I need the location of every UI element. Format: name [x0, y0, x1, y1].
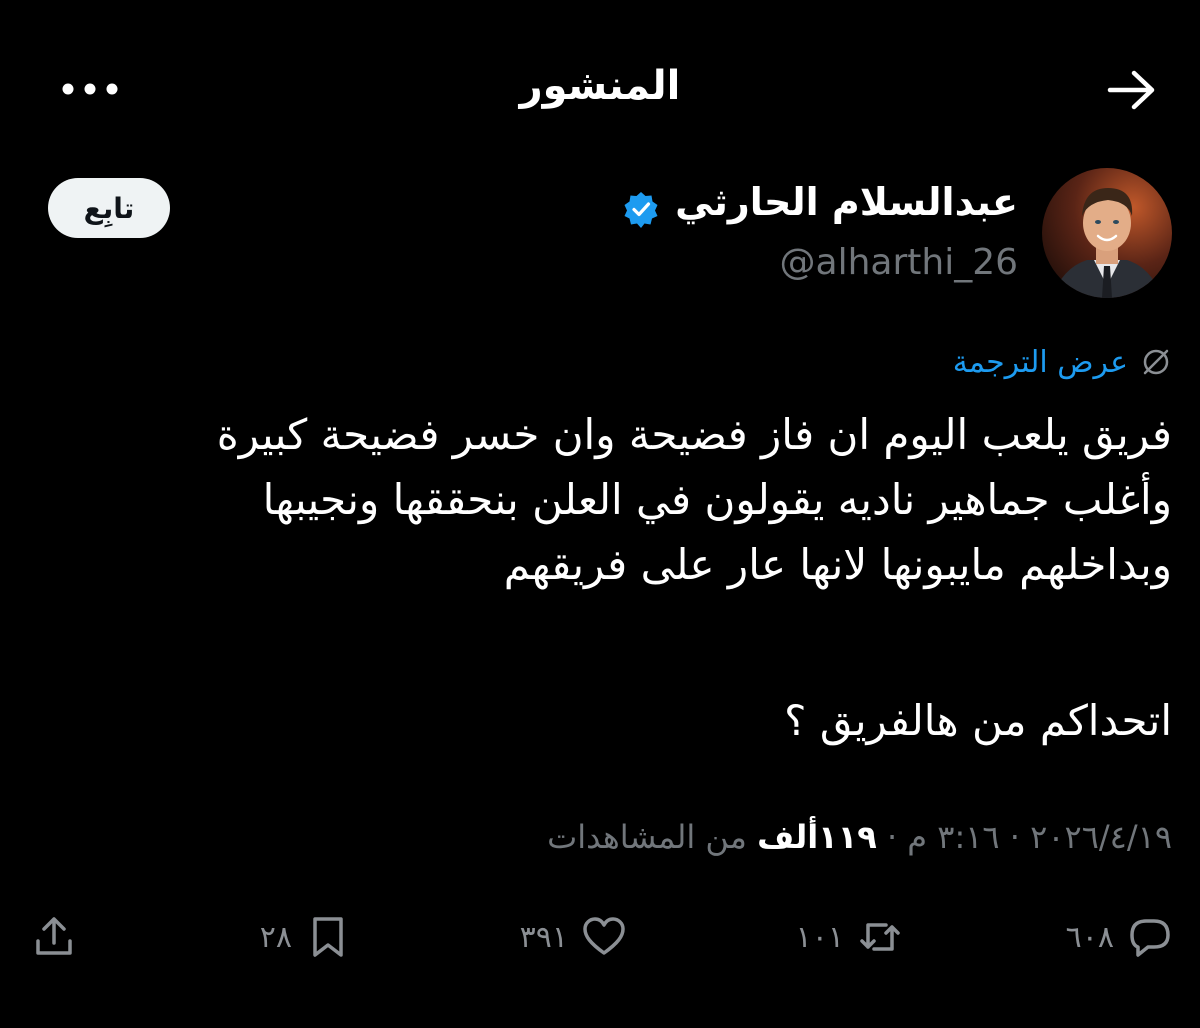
post-time: ٣:١٦ م — [907, 818, 1000, 856]
heart-icon — [583, 917, 625, 955]
like-button[interactable]: ٣٩١ — [520, 905, 628, 969]
post-text: فريق يلعب اليوم ان فاز فضيحة وان خسر فضي… — [27, 402, 1172, 753]
post-line: وبداخلهم مايبونها لانها عار على فريقهم — [503, 540, 1172, 589]
share-icon — [36, 917, 72, 955]
globe-slash-icon — [1143, 349, 1169, 375]
post-line: وأغلب جماهير ناديه يقولون في العلن بنحقق… — [262, 475, 1172, 524]
back-button[interactable] — [1104, 65, 1160, 115]
bookmark-button[interactable]: ٢٨ — [260, 905, 352, 969]
action-bar: ٦٠٨ ١٠١ ٣٩١ ٢٨ — [0, 905, 1200, 969]
avatar-photo — [1042, 168, 1172, 298]
share-button[interactable] — [30, 905, 78, 969]
author-handle[interactable]: @alharthi_26 — [780, 242, 1018, 283]
show-translation-link[interactable]: عرض الترجمة — [953, 340, 1172, 384]
post-line: اتحداكم من هالفريق ؟ — [784, 696, 1172, 745]
post-line: فريق يلعب اليوم ان فاز فضيحة وان خسر فضي… — [216, 410, 1172, 459]
views-count[interactable]: ١١٩ألف — [757, 818, 877, 856]
views-label: من المشاهدات — [547, 818, 747, 856]
follow-button[interactable]: تابِع — [48, 178, 170, 238]
bookmark-icon — [313, 917, 343, 957]
translation-label: عرض الترجمة — [952, 344, 1128, 380]
author-name[interactable]: عبدالسلام الحارثي — [675, 180, 1018, 224]
repost-count: ١٠١ — [795, 919, 844, 955]
reply-count: ٦٠٨ — [1065, 919, 1114, 955]
meta-separator: · — [886, 818, 898, 856]
post-date: ٢٠٢٦/٤/١٩ — [1030, 818, 1172, 856]
top-bar: المنشور — [0, 45, 1200, 135]
post-metadata: ٢٠٢٦/٤/١٩ · ٣:١٦ م · ١١٩ألف من المشاهدات — [547, 818, 1172, 856]
verified-badge-icon — [624, 192, 658, 228]
author-avatar[interactable] — [1042, 168, 1172, 298]
bookmark-count: ٢٨ — [259, 919, 292, 955]
meta-separator: · — [1009, 818, 1020, 856]
arrow-right-icon — [1107, 70, 1155, 110]
like-count: ٣٩١ — [519, 919, 568, 955]
repost-button[interactable]: ١٠١ — [796, 905, 904, 969]
reply-icon — [1130, 919, 1170, 957]
page-title: المنشور — [519, 63, 681, 109]
reply-button[interactable]: ٦٠٨ — [1066, 905, 1174, 969]
repost-icon — [860, 923, 900, 951]
